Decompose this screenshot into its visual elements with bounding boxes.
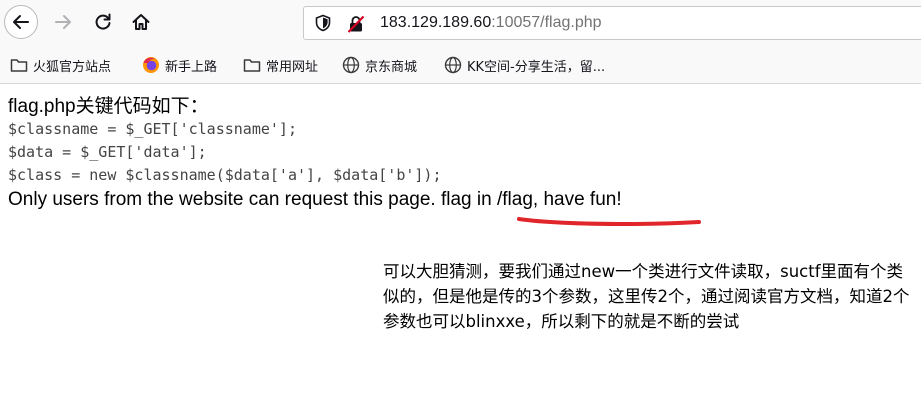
folder-icon: [243, 56, 261, 74]
bookmark-label: KK空间-分享生活，留...: [467, 59, 606, 75]
bookmarks-toolbar: 火狐官方站点 新手上路 常用网址 京东商城 KK空间-分享生活，留...: [0, 46, 921, 84]
page-content: flag.php关键代码如下： $classname = $_GET['clas…: [8, 96, 908, 213]
bookmark-getting-started[interactable]: 新手上路: [142, 55, 217, 75]
bookmark-label: 新手上路: [165, 59, 218, 75]
reload-button[interactable]: [86, 5, 120, 39]
bookmark-jd[interactable]: 京东商城: [342, 55, 417, 75]
url-host: 183.129.189.60: [380, 14, 492, 31]
home-button[interactable]: [124, 5, 158, 39]
bookmark-kk-space[interactable]: KK空间-分享生活，留...: [444, 55, 605, 75]
red-underline-annotation: [517, 217, 701, 227]
insecure-lock-icon[interactable]: [346, 14, 366, 38]
forward-button[interactable]: [46, 5, 80, 39]
folder-icon: [10, 56, 28, 74]
url-path: :10057/flag.php: [491, 14, 602, 31]
globe-icon: [444, 56, 462, 74]
bookmark-common-sites[interactable]: 常用网址: [243, 55, 318, 75]
bookmark-label: 常用网址: [266, 59, 319, 75]
code-line: $classname = $_GET['classname'];: [8, 120, 297, 138]
address-bar[interactable]: 183.129.189.60:10057/flag.php: [303, 6, 921, 40]
tracking-protection-shield-icon[interactable]: [314, 14, 332, 36]
firefox-icon: [142, 56, 160, 74]
home-icon: [132, 14, 150, 30]
code-line: $class = new $classname($data['a'], $dat…: [8, 166, 442, 184]
navigation-toolbar: 183.129.189.60:10057/flag.php: [0, 0, 921, 46]
code-line: $data = $_GET['data'];: [8, 143, 207, 161]
bookmark-label: 京东商城: [365, 59, 418, 75]
forward-arrow-icon: [55, 15, 71, 29]
back-button[interactable]: [4, 5, 38, 39]
globe-icon: [342, 56, 360, 74]
reload-icon: [95, 13, 111, 30]
url-text[interactable]: 183.129.189.60:10057/flag.php: [380, 13, 602, 33]
annotation-note: 可以大胆猜测，要我们通过new一个类进行文件读取，suctf里面有个类似的，但是…: [383, 262, 910, 331]
back-arrow-icon: [13, 15, 29, 29]
page-heading: flag.php关键代码如下：: [8, 96, 209, 117]
bookmark-huohu-official[interactable]: 火狐官方站点: [10, 55, 111, 75]
bookmark-label: 火狐官方站点: [33, 59, 112, 75]
page-message: Only users from the website can request …: [8, 189, 622, 210]
